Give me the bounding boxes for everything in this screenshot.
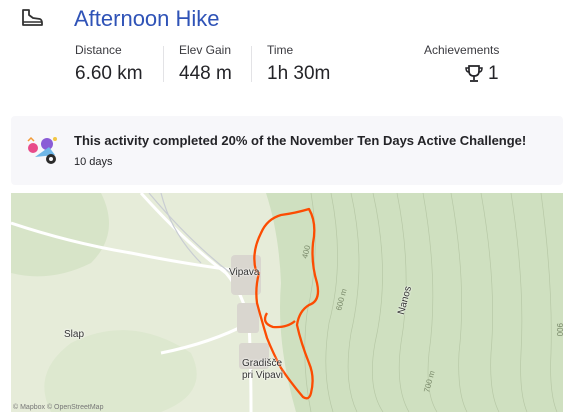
stat-label: Elev Gain [179,43,232,57]
place-label: pri Vipavi [242,370,283,381]
hiking-boot-icon [20,8,44,28]
achievements-count: 1 [488,63,499,84]
route-map[interactable]: 400 600 m 700 m 900 Vipava Slap Gradišče… [11,193,563,412]
achievements[interactable]: Achievements 1 [424,43,499,85]
stat-value: 1h 30m [267,63,331,84]
divider [163,46,164,82]
divider [251,46,252,82]
place-label: Gradišče [242,358,283,369]
contour-label: 900 [555,323,563,337]
map-canvas: 400 600 m 700 m 900 [11,193,563,412]
challenge-text: This activity completed 20% of the Novem… [74,133,527,148]
challenge-subtext: 10 days [74,156,113,168]
map-attribution[interactable]: © Mapbox © OpenStreetMap [13,404,103,411]
activity-title[interactable]: Afternoon Hike [74,6,220,32]
stat-distance: Distance 6.60 km [75,43,143,85]
stat-value: 6.60 km [75,63,143,84]
challenge-banner[interactable]: This activity completed 20% of the Novem… [11,116,563,185]
place-label: Slap [64,329,85,340]
place-label: Vipava [229,267,260,278]
stat-elev-gain: Elev Gain 448 m [179,43,232,85]
stat-label: Distance [75,43,122,57]
trophy-icon [464,64,484,84]
challenge-badge-icon [25,135,61,167]
stat-label: Time [267,43,294,57]
stat-value: 448 m [179,63,232,84]
achievements-label: Achievements [424,43,500,57]
stat-time: Time 1h 30m [267,43,330,85]
